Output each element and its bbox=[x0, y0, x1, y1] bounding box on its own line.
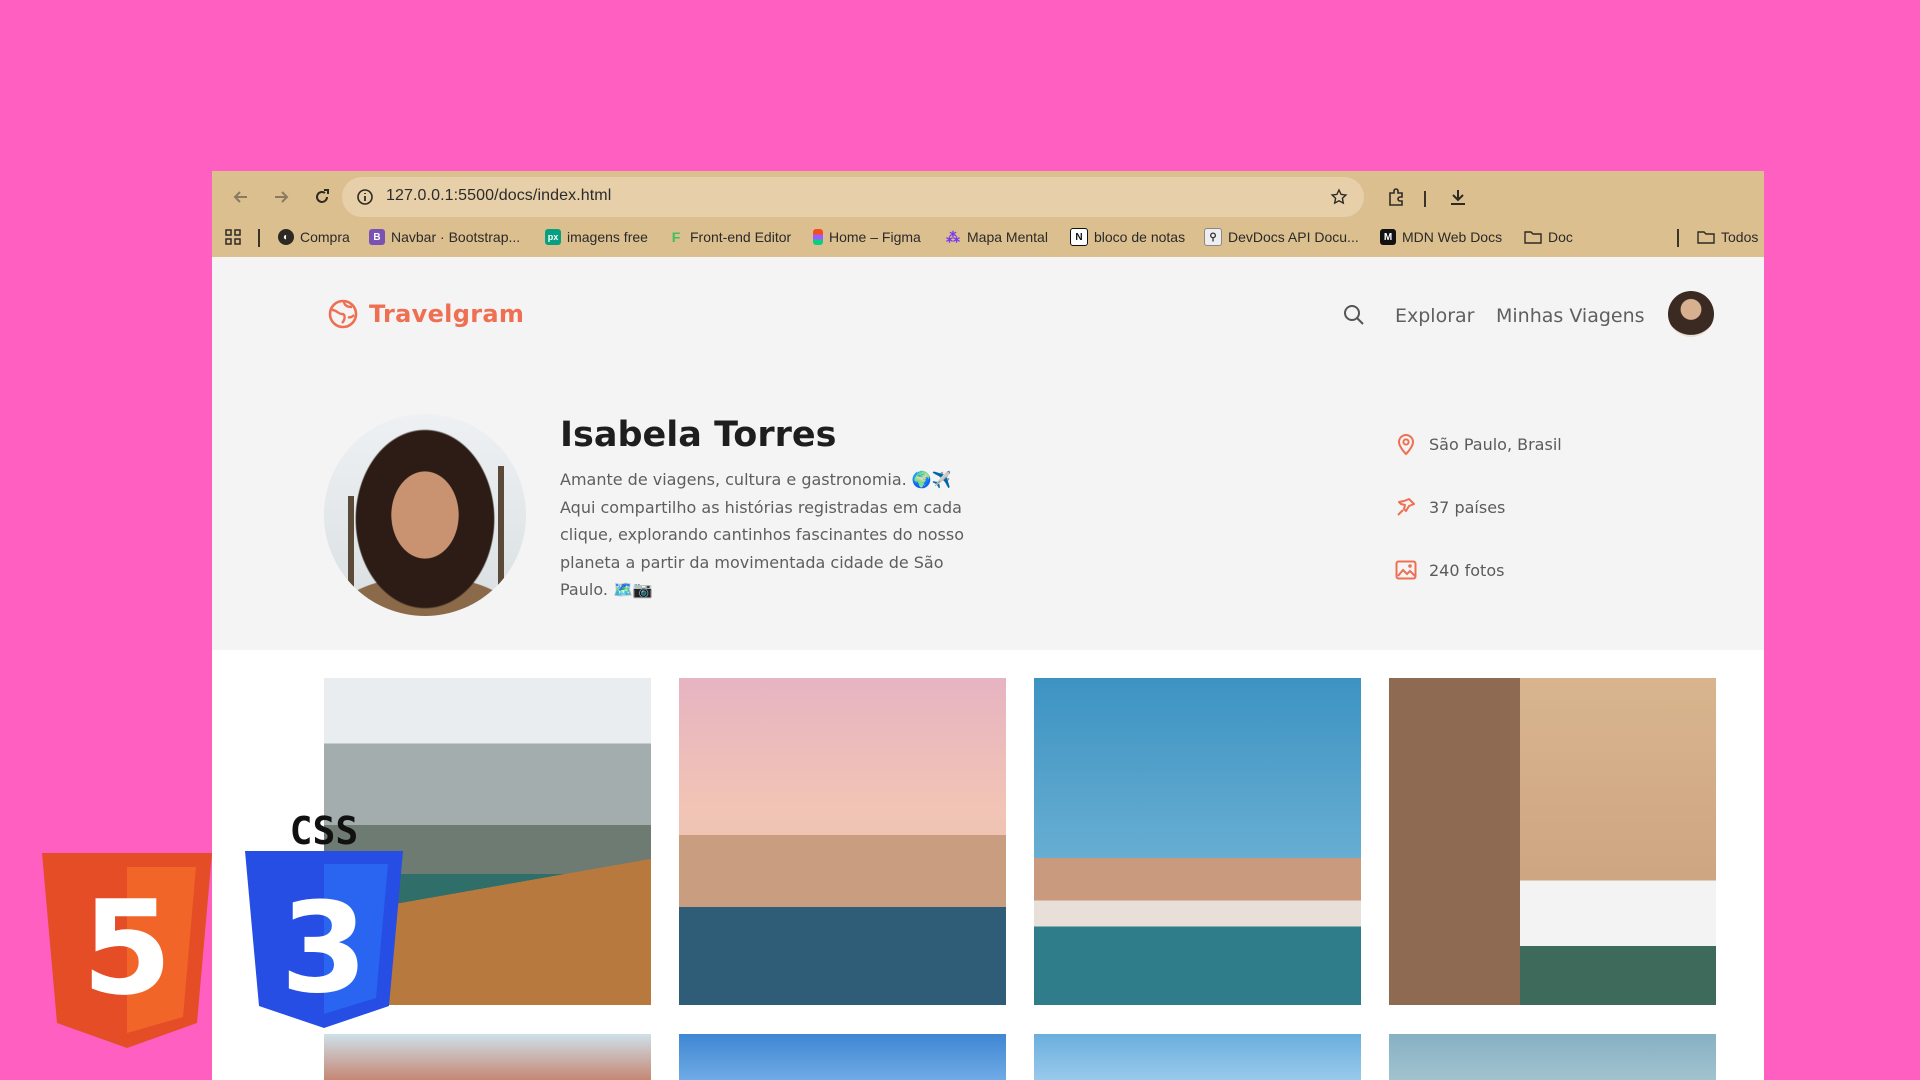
figma-icon bbox=[813, 229, 823, 245]
bookmark-label: Home – Figma bbox=[829, 229, 921, 245]
airplane-icon bbox=[1397, 498, 1415, 516]
site-info-icon[interactable] bbox=[354, 186, 376, 208]
browser-toolbar: 127.0.0.1:5500/docs/index.html ◐ Compra … bbox=[212, 171, 1764, 257]
bookmark-devdocs[interactable]: ⚲ DevDocs API Docu... bbox=[1204, 217, 1359, 257]
devdocs-icon: ⚲ bbox=[1204, 228, 1222, 246]
profile-name: Isabela Torres bbox=[560, 415, 837, 455]
bookmark-label: MDN Web Docs bbox=[1402, 229, 1503, 245]
bookmark-frontend-editor[interactable]: F Front-end Editor bbox=[668, 217, 791, 257]
gallery-photo-sky[interactable] bbox=[1389, 1034, 1716, 1080]
logo-text: Travelgram bbox=[369, 300, 525, 328]
bookmarks-separator bbox=[1677, 229, 1679, 247]
bookmarks-separator bbox=[258, 229, 260, 247]
gallery-photo-coastal-village[interactable] bbox=[324, 1034, 651, 1080]
bookmark-figma[interactable]: Home – Figma bbox=[813, 217, 921, 257]
folder-icon bbox=[1524, 231, 1542, 244]
gallery-photo-rialto-bridge[interactable] bbox=[1034, 678, 1361, 1005]
bookmark-label: Doc bbox=[1548, 229, 1573, 245]
bookmark-label: bloco de notas bbox=[1094, 229, 1186, 245]
bookmark-label: Compra bbox=[300, 229, 350, 245]
browser-window: 127.0.0.1:5500/docs/index.html ◐ Compra … bbox=[212, 171, 1764, 1080]
forward-arrow-icon bbox=[275, 191, 289, 203]
bookmark-doc-folder[interactable]: Doc bbox=[1524, 217, 1573, 257]
mind-map-icon: ⁂ bbox=[946, 228, 960, 245]
bookmark-label: imagens free bbox=[567, 229, 648, 245]
apps-grid-icon[interactable] bbox=[225, 217, 241, 257]
bio-line: Paulo. 🗺️📷 bbox=[560, 580, 653, 599]
css-label: CSS bbox=[290, 809, 359, 853]
bookmark-mdn[interactable]: M MDN Web Docs bbox=[1380, 217, 1502, 257]
notion-icon: N bbox=[1070, 228, 1088, 246]
image-icon bbox=[1395, 560, 1417, 580]
gallery-photo-venice-canal[interactable] bbox=[679, 678, 1006, 1005]
bookmark-label: Front-end Editor bbox=[690, 229, 792, 245]
bookmark-bootstrap[interactable]: B Navbar · Bootstrap... bbox=[369, 217, 520, 257]
back-arrow-icon bbox=[233, 191, 247, 203]
globe-icon bbox=[328, 299, 358, 329]
gallery-photo-venice-restaurant[interactable] bbox=[1389, 678, 1716, 1005]
globe-icon: ◐ bbox=[278, 229, 294, 245]
bookmark-compra[interactable]: ◐ Compra bbox=[278, 217, 350, 257]
html5-badge-text: 5 bbox=[82, 872, 172, 1024]
address-bar[interactable]: 127.0.0.1:5500/docs/index.html bbox=[342, 177, 1364, 217]
bookmark-label: DevDocs API Docu... bbox=[1228, 229, 1359, 245]
bookmarks-bar: ◐ Compra B Navbar · Bootstrap... px imag… bbox=[212, 217, 1764, 257]
css3-logo: CSS 3 bbox=[245, 809, 403, 1028]
search-icon[interactable] bbox=[1340, 301, 1368, 329]
forward-button[interactable] bbox=[264, 180, 298, 214]
bookmark-label: Navbar · Bootstrap... bbox=[391, 229, 521, 245]
toolbar-separator bbox=[1424, 191, 1426, 207]
css3-badge-text: 3 bbox=[281, 876, 368, 1021]
mdn-icon: M bbox=[1380, 229, 1396, 245]
nav-explorar[interactable]: Explorar bbox=[1395, 305, 1474, 327]
reload-icon bbox=[316, 189, 329, 203]
bookmark-bloco-de-notas[interactable]: N bloco de notas bbox=[1070, 217, 1185, 257]
download-icon[interactable] bbox=[1443, 182, 1473, 212]
html5-logo: 5 bbox=[42, 853, 212, 1048]
bookmark-mapa-mental[interactable]: ⁂ Mapa Mental bbox=[945, 217, 1048, 257]
url-text[interactable]: 127.0.0.1:5500/docs/index.html bbox=[386, 187, 611, 205]
countries-text: 37 países bbox=[1429, 497, 1506, 517]
bio-line: planeta a partir da movimentada cidade d… bbox=[560, 552, 944, 572]
all-bookmarks-folder[interactable]: Todos bbox=[1697, 217, 1758, 257]
back-button[interactable] bbox=[224, 180, 258, 214]
profile-photo bbox=[324, 414, 526, 616]
stat-countries: 37 países bbox=[1395, 496, 1505, 518]
map-pin-icon bbox=[1397, 434, 1415, 456]
location-text: São Paulo, Brasil bbox=[1429, 434, 1562, 454]
nav-minhas-viagens[interactable]: Minhas Viagens bbox=[1496, 305, 1645, 327]
bookmark-label: Mapa Mental bbox=[967, 229, 1048, 245]
frontend-editor-icon: F bbox=[671, 229, 681, 245]
bio-line: Amante de viagens, cultura e gastronomia… bbox=[560, 470, 952, 489]
reload-button[interactable] bbox=[305, 180, 339, 214]
page-content: Travelgram Explorar Minhas Viagens Isabe… bbox=[212, 257, 1764, 1080]
bookmark-star-icon[interactable] bbox=[1328, 186, 1350, 208]
bootstrap-icon: B bbox=[369, 229, 385, 245]
profile-section: Travelgram Explorar Minhas Viagens Isabe… bbox=[212, 257, 1764, 650]
stat-photos: 240 fotos bbox=[1395, 560, 1504, 580]
bookmark-imagens-free[interactable]: px imagens free bbox=[545, 217, 648, 257]
gallery-photo-sky[interactable] bbox=[679, 1034, 1006, 1080]
bio-line: Aqui compartilho as histórias registrada… bbox=[560, 497, 962, 517]
extensions-icon[interactable] bbox=[1381, 182, 1411, 212]
gallery-photo-sky[interactable] bbox=[1034, 1034, 1361, 1080]
folder-icon bbox=[1697, 231, 1715, 244]
stat-location: São Paulo, Brasil bbox=[1395, 432, 1562, 456]
bookmark-label: Todos bbox=[1721, 229, 1759, 245]
user-avatar[interactable] bbox=[1668, 291, 1714, 337]
profile-bio: Amante de viagens, cultura e gastronomia… bbox=[560, 466, 980, 604]
site-logo[interactable]: Travelgram bbox=[327, 298, 524, 330]
bio-line: clique, explorando cantinhos fascinantes… bbox=[560, 525, 964, 544]
pexels-icon: px bbox=[545, 229, 561, 245]
photos-text: 240 fotos bbox=[1429, 560, 1505, 580]
